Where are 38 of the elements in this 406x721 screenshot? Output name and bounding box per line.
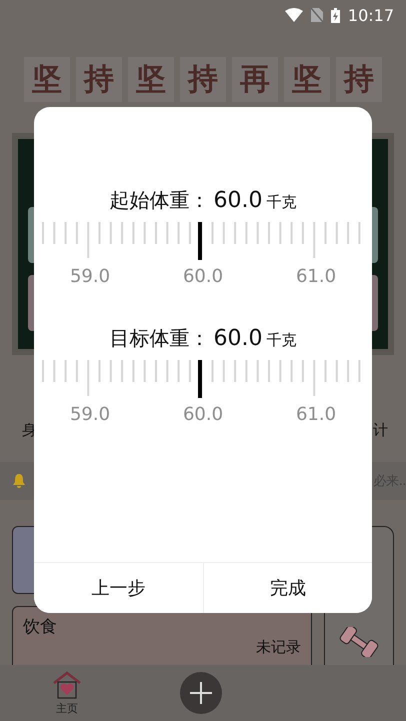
battery-icon (330, 8, 340, 22)
unit-label: 千克 (266, 193, 296, 212)
status-time: 10:17 (348, 6, 394, 24)
tick-label: 59.0 (68, 266, 112, 287)
card-status: 未记录 (256, 638, 301, 657)
wifi-icon (284, 8, 303, 22)
unit-label: 千克 (266, 331, 296, 350)
ruler-scale[interactable] (42, 360, 360, 396)
banner-character: 持 (336, 56, 382, 102)
add-button[interactable] (180, 672, 222, 714)
menu-label[interactable]: 计 (373, 421, 388, 440)
picker-label: 起始体重： (110, 187, 210, 214)
plus-icon (190, 682, 212, 704)
ruler-scale[interactable] (42, 222, 360, 258)
banner-character: 持 (180, 56, 226, 102)
picker-value: 60.0 (214, 326, 262, 351)
tick-label: 61.0 (294, 266, 338, 287)
nav-item[interactable]: 主页 (0, 670, 134, 716)
nav-label: 主页 (56, 701, 78, 716)
home-icon (52, 670, 82, 700)
picker-value: 60.0 (214, 188, 262, 213)
dumbbell-icon (339, 627, 379, 657)
tick-label: 61.0 (294, 404, 338, 425)
picker-label: 目标体重： (110, 325, 210, 352)
dialog-button[interactable]: 完成 (202, 563, 372, 613)
banner-character: 坚 (24, 56, 70, 102)
tick-label: 60.0 (182, 404, 224, 425)
banner-character: 再 (232, 56, 278, 102)
card-title: 饮食 (23, 616, 58, 638)
ruler-indicator (198, 360, 202, 398)
bell-icon (12, 473, 26, 489)
ruler-indicator (198, 222, 202, 260)
tick-label: 60.0 (182, 266, 224, 287)
banner-character: 坚 (284, 56, 330, 102)
banner-character: 坚 (128, 56, 174, 102)
tick-label: 59.0 (68, 404, 112, 425)
no-sim-icon (310, 8, 323, 22)
banner-character: 持 (76, 56, 122, 102)
